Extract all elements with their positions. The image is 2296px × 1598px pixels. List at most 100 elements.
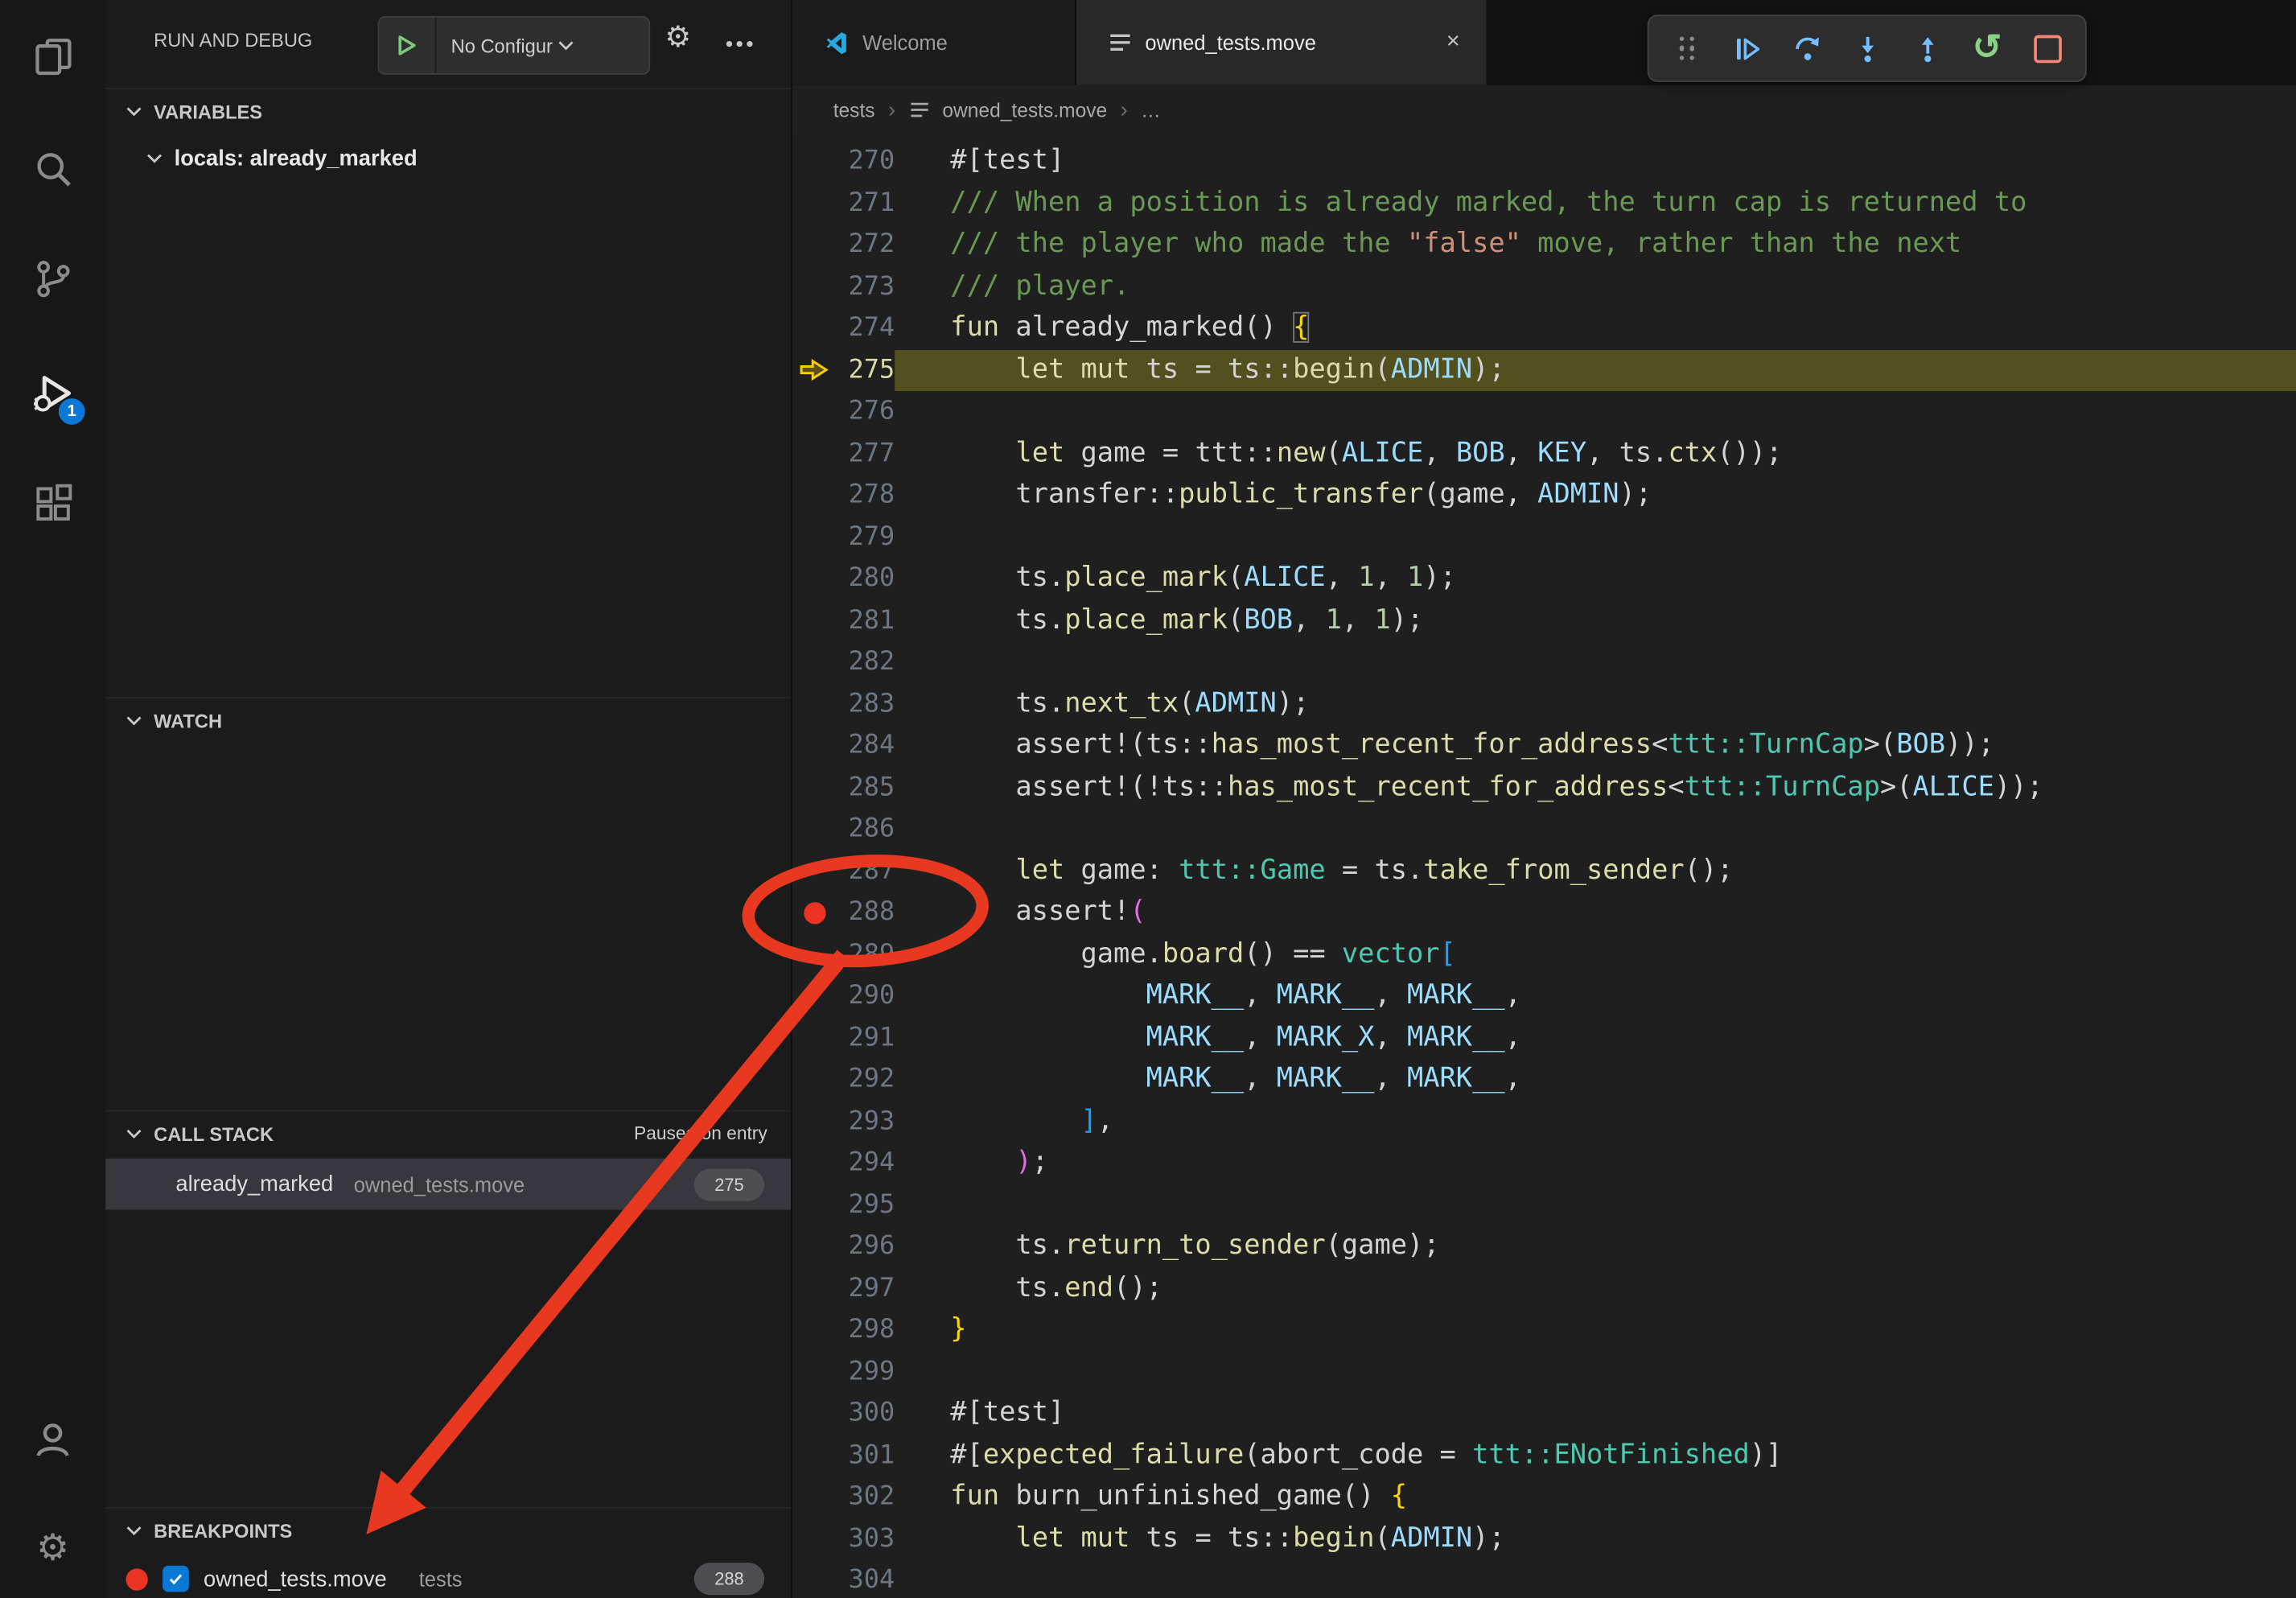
breadcrumb-item-ellipsis[interactable]: … (1141, 99, 1161, 121)
code-line-277[interactable]: 277 let game = ttt::new(ALICE, BOB, KEY,… (792, 433, 2296, 475)
code-text[interactable]: ], (895, 1101, 2296, 1143)
code-line-300[interactable]: 300#[test] (792, 1393, 2296, 1435)
breakpoint-enabled-checkbox[interactable] (163, 1566, 189, 1592)
code-line-284[interactable]: 284 assert!(ts::has_most_recent_for_addr… (792, 725, 2296, 767)
debug-settings-gear-icon[interactable]: ⚙ (665, 23, 691, 52)
glyph-margin[interactable] (792, 809, 837, 850)
code-text[interactable]: MARK__, MARK__, MARK__, (895, 1059, 2296, 1101)
code-line-285[interactable]: 285 assert!(!ts::has_most_recent_for_add… (792, 767, 2296, 809)
glyph-margin[interactable] (792, 475, 837, 517)
code-editor[interactable]: 270#[test]271/// When a position is alre… (792, 134, 2296, 1598)
breakpoint-icon[interactable] (792, 892, 837, 934)
extensions-icon[interactable] (20, 470, 84, 534)
code-text[interactable]: assert!(ts::has_most_recent_for_address<… (895, 725, 2296, 767)
tab-owned-tests-move[interactable]: owned_tests.move × (1076, 0, 1487, 85)
code-text[interactable]: ts.place_mark(ALICE, 1, 1); (895, 558, 2296, 599)
code-line-295[interactable]: 295 (792, 1184, 2296, 1226)
code-text[interactable]: transfer::public_transfer(game, ADMIN); (895, 475, 2296, 517)
code-text[interactable]: ts.place_mark(BOB, 1, 1); (895, 599, 2296, 641)
glyph-margin[interactable] (792, 1017, 837, 1059)
code-line-296[interactable]: 296 ts.return_to_sender(game); (792, 1226, 2296, 1268)
code-line-287[interactable]: 287 let game: ttt::Game = ts.take_from_s… (792, 850, 2296, 892)
step-over-button[interactable] (1784, 25, 1830, 72)
watch-section-header[interactable]: WATCH (105, 697, 791, 742)
code-line-272[interactable]: 272/// the player who made the "false" m… (792, 224, 2296, 266)
code-text[interactable]: let game = ttt::new(ALICE, BOB, KEY, ts.… (895, 433, 2296, 475)
glyph-margin[interactable] (792, 558, 837, 599)
glyph-margin[interactable] (792, 1309, 837, 1351)
variables-section-header[interactable]: VARIABLES (105, 88, 791, 133)
glyph-margin[interactable] (792, 1267, 837, 1309)
glyph-margin[interactable] (792, 683, 837, 725)
code-line-293[interactable]: 293 ], (792, 1101, 2296, 1143)
glyph-margin[interactable] (792, 1477, 837, 1518)
code-line-304[interactable]: 304 (792, 1560, 2296, 1598)
code-line-270[interactable]: 270#[test] (792, 141, 2296, 183)
glyph-margin[interactable] (792, 1143, 837, 1184)
debug-config-dropdown[interactable]: No Configur (378, 16, 651, 75)
stop-button[interactable] (2024, 25, 2071, 72)
glyph-margin[interactable] (792, 933, 837, 975)
code-text[interactable]: fun already_marked() { (895, 307, 2296, 349)
glyph-margin[interactable] (792, 1393, 837, 1435)
code-line-282[interactable]: 282 (792, 641, 2296, 683)
glyph-margin[interactable] (792, 1059, 837, 1101)
run-and-debug-icon[interactable]: 1 (20, 360, 84, 425)
code-line-288[interactable]: 288 assert!( (792, 892, 2296, 934)
start-debug-icon[interactable] (379, 18, 436, 73)
breakpoints-section-header[interactable]: BREAKPOINTS (105, 1507, 791, 1552)
code-line-289[interactable]: 289 game.board() == vector[ (792, 933, 2296, 975)
continue-button[interactable] (1723, 25, 1770, 72)
code-line-275[interactable]: 275 let mut ts = ts::begin(ADMIN); (792, 349, 2296, 391)
glyph-margin[interactable] (792, 224, 837, 266)
code-line-286[interactable]: 286 (792, 809, 2296, 850)
code-text[interactable] (895, 1184, 2296, 1226)
code-text[interactable]: ts.end(); (895, 1267, 2296, 1309)
accounts-icon[interactable] (20, 1407, 84, 1472)
code-text[interactable] (895, 809, 2296, 850)
code-text[interactable]: let mut ts = ts::begin(ADMIN); (895, 1518, 2296, 1560)
code-text[interactable]: assert!( (895, 892, 2296, 934)
breadcrumb-item-tests[interactable]: tests (833, 99, 875, 121)
glyph-margin[interactable] (792, 725, 837, 767)
code-text[interactable]: ); (895, 1143, 2296, 1184)
glyph-margin[interactable] (792, 1560, 837, 1598)
code-line-279[interactable]: 279 (792, 517, 2296, 558)
breakpoint-list-item[interactable]: owned_tests.move tests 288 (105, 1555, 791, 1598)
glyph-margin[interactable] (792, 141, 837, 183)
restart-button[interactable]: ↺ (1964, 25, 2010, 72)
code-text[interactable] (895, 391, 2296, 433)
code-text[interactable]: } (895, 1309, 2296, 1351)
code-text[interactable] (895, 1351, 2296, 1393)
code-line-302[interactable]: 302fun burn_unfinished_game() { (792, 1477, 2296, 1518)
step-into-button[interactable] (1844, 25, 1891, 72)
glyph-margin[interactable] (792, 183, 837, 224)
glyph-margin[interactable] (792, 433, 837, 475)
code-line-273[interactable]: 273/// player. (792, 266, 2296, 307)
code-text[interactable]: #[test] (895, 1393, 2296, 1435)
code-text[interactable] (895, 1560, 2296, 1598)
code-line-301[interactable]: 301#[expected_failure(abort_code = ttt::… (792, 1435, 2296, 1477)
glyph-margin[interactable] (792, 1518, 837, 1560)
glyph-margin[interactable] (792, 517, 837, 558)
glyph-margin[interactable] (792, 975, 837, 1017)
code-line-271[interactable]: 271/// When a position is already marked… (792, 183, 2296, 224)
code-text[interactable]: fun burn_unfinished_game() { (895, 1477, 2296, 1518)
code-line-303[interactable]: 303 let mut ts = ts::begin(ADMIN); (792, 1518, 2296, 1560)
call-stack-frame[interactable]: already_marked owned_tests.move 275 (105, 1159, 791, 1210)
code-text[interactable]: assert!(!ts::has_most_recent_for_address… (895, 767, 2296, 809)
code-text[interactable] (895, 517, 2296, 558)
breadcrumb-item-file[interactable]: owned_tests.move (942, 99, 1107, 121)
tab-close-icon[interactable]: × (1446, 29, 1460, 56)
code-text[interactable]: MARK__, MARK_X, MARK__, (895, 1017, 2296, 1059)
settings-gear-icon[interactable]: ⚙ (20, 1516, 84, 1580)
explorer-icon[interactable] (20, 23, 84, 88)
code-text[interactable]: MARK__, MARK__, MARK__, (895, 975, 2296, 1017)
code-line-276[interactable]: 276 (792, 391, 2296, 433)
code-line-283[interactable]: 283 ts.next_tx(ADMIN); (792, 683, 2296, 725)
code-text[interactable]: ts.next_tx(ADMIN); (895, 683, 2296, 725)
code-line-297[interactable]: 297 ts.end(); (792, 1267, 2296, 1309)
glyph-margin[interactable] (792, 1226, 837, 1268)
code-line-292[interactable]: 292 MARK__, MARK__, MARK__, (792, 1059, 2296, 1101)
call-stack-section-header[interactable]: CALL STACK Paused on entry (105, 1110, 791, 1155)
